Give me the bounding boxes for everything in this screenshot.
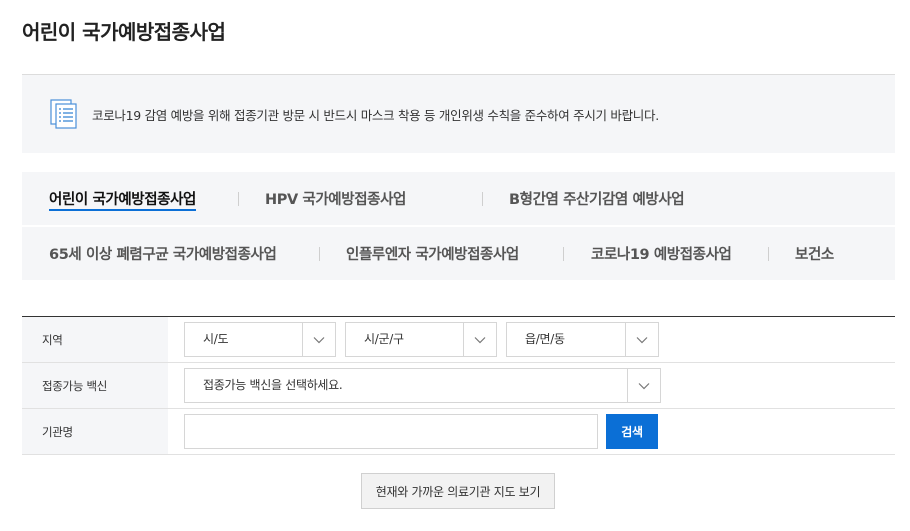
region-row: 지역 시/도 시/군/구 읍/면/동 [22,317,895,363]
region-label: 지역 [22,317,168,362]
chevron-down-icon [302,323,335,356]
tab-row-1: 어린이 국가예방접종사업 HPV 국가예방접종사업 B형간염 주산기감염 예방사… [22,172,895,225]
tab-separator [319,246,320,261]
tab-pneumococcal-vaccination[interactable]: 65세 이상 폐렴구균 국가예방접종사업 [49,243,277,264]
dong-select[interactable]: 읍/면/동 [506,322,659,357]
tab-separator [563,246,564,261]
chevron-down-icon [463,323,496,356]
org-name-label: 기관명 [22,409,168,454]
program-tabs: 어린이 국가예방접종사업 HPV 국가예방접종사업 B형간염 주산기감염 예방사… [22,172,895,280]
document-list-icon [48,97,82,131]
notice-box: 코로나19 감염 예방을 위해 접종기관 방문 시 반드시 마스크 착용 등 개… [22,75,895,153]
tab-separator [238,191,239,206]
tab-hepatitis-b-prevention[interactable]: B형간염 주산기감염 예방사업 [509,188,685,209]
page-title: 어린이 국가예방접종사업 [22,20,226,44]
tab-separator [482,191,483,206]
sido-select[interactable]: 시/도 [184,322,336,357]
tab-separator [768,246,769,261]
vaccine-row: 접종가능 백신 접종가능 백신을 선택하세요. [22,363,895,409]
tab-child-vaccination[interactable]: 어린이 국가예방접종사업 [49,188,196,211]
notice-text: 코로나19 감염 예방을 위해 접종기관 방문 시 반드시 마스크 착용 등 개… [92,107,659,123]
tab-covid19-vaccination[interactable]: 코로나19 예방접종사업 [591,243,732,264]
sigungu-value: 시/군/구 [364,332,404,346]
search-form: 지역 시/도 시/군/구 읍/면/동 접종가능 백신 접종가능 백신을 선택하세… [22,316,895,455]
chevron-down-icon [625,323,658,356]
tab-row-2: 65세 이상 폐렴구균 국가예방접종사업 인플루엔자 국가예방접종사업 코로나1… [22,227,895,280]
search-button[interactable]: 검색 [606,414,658,449]
dong-value: 읍/면/동 [525,332,565,346]
vaccine-select[interactable]: 접종가능 백신을 선택하세요. [184,368,661,403]
org-name-input[interactable] [184,414,598,449]
nearby-map-button[interactable]: 현재와 가까운 의료기관 지도 보기 [361,473,555,509]
org-name-row: 기관명 검색 [22,409,895,455]
tab-health-center[interactable]: 보건소 [795,243,834,264]
sigungu-select[interactable]: 시/군/구 [345,322,497,357]
vaccine-placeholder: 접종가능 백신을 선택하세요. [203,378,343,392]
tab-hpv-vaccination[interactable]: HPV 국가예방접종사업 [265,188,406,209]
tab-influenza-vaccination[interactable]: 인플루엔자 국가예방접종사업 [346,243,519,264]
chevron-down-icon [627,369,660,402]
sido-value: 시/도 [203,332,229,346]
vaccine-label: 접종가능 백신 [22,363,168,408]
